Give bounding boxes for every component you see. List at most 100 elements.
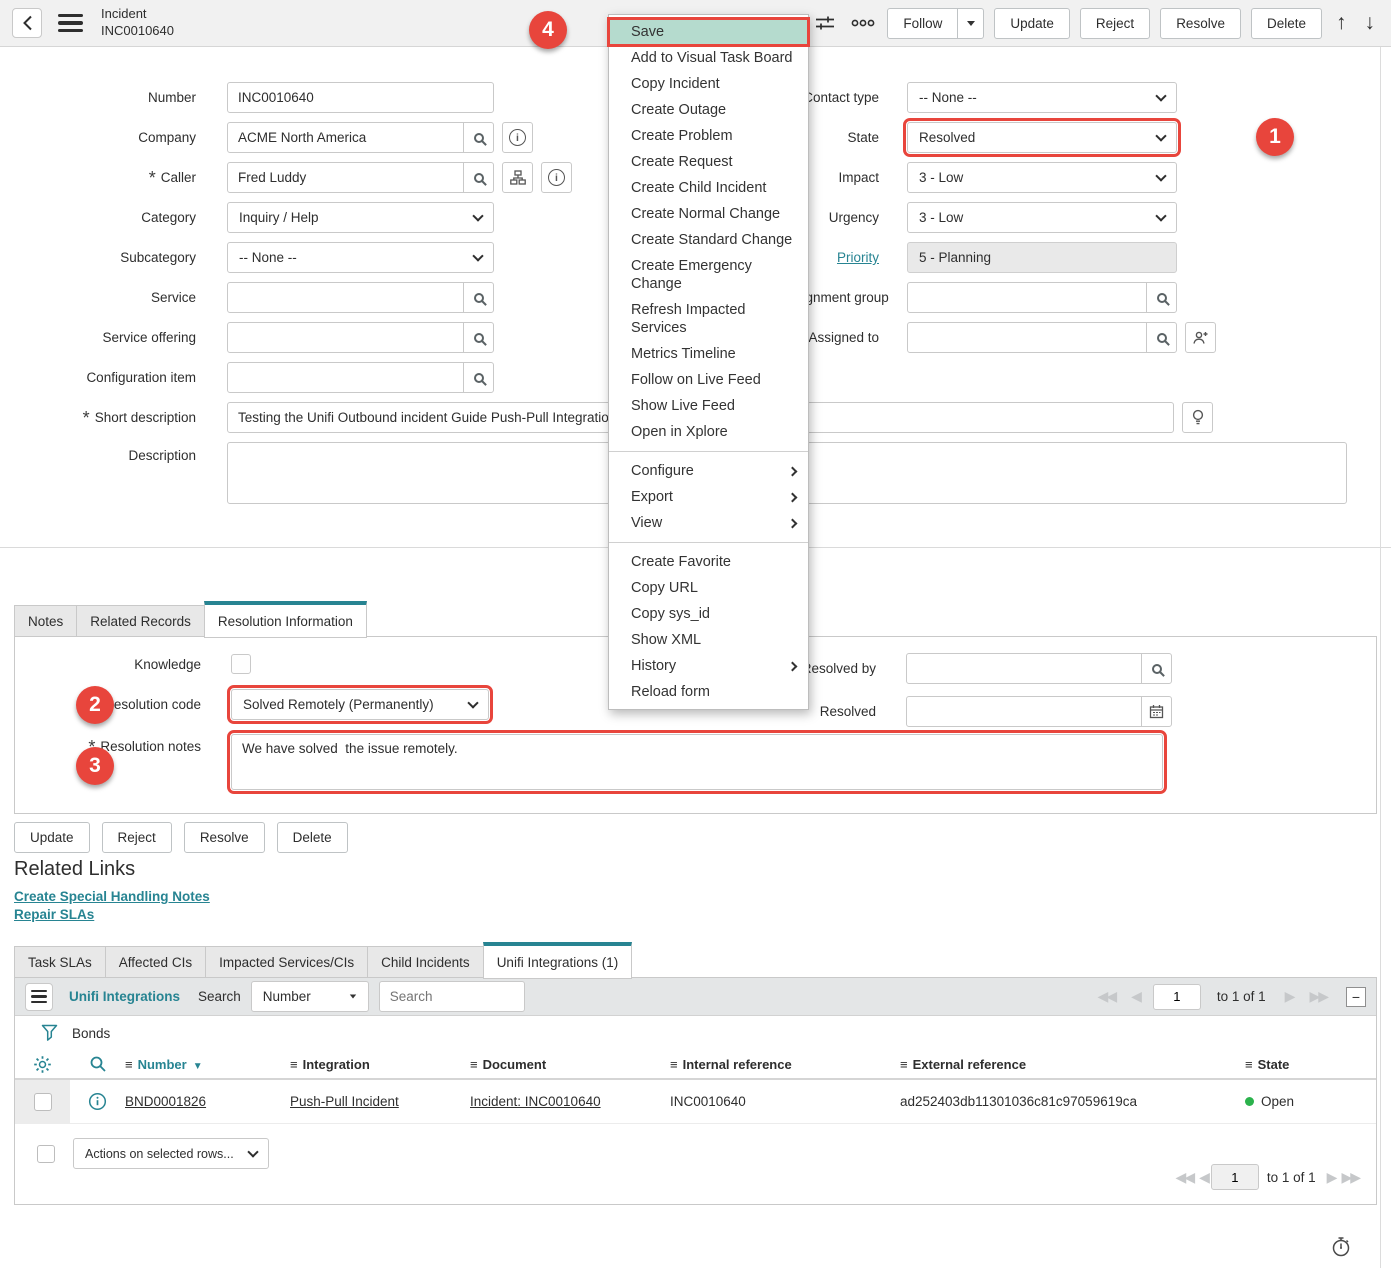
last-page-button[interactable]: ▶▶ bbox=[1338, 1169, 1362, 1186]
tab-resolution-information[interactable]: Resolution Information bbox=[204, 601, 367, 638]
resolution-code-select[interactable]: Solved Remotely (Permanently) bbox=[231, 689, 489, 720]
column-search-toggle[interactable] bbox=[70, 1055, 125, 1073]
contact-type-select[interactable]: -- None -- bbox=[907, 82, 1177, 113]
menu-item-create-child-incident[interactable]: Create Child Incident bbox=[609, 175, 808, 201]
menu-item-create-normal-change[interactable]: Create Normal Change bbox=[609, 201, 808, 227]
assignment-group-search-button[interactable] bbox=[1146, 282, 1177, 313]
service-offering-search-button[interactable] bbox=[463, 322, 494, 353]
tab-child-incidents[interactable]: Child Incidents bbox=[367, 946, 484, 978]
previous-page-button[interactable]: ◀ bbox=[1128, 988, 1143, 1005]
col-header-integration[interactable]: ≡Integration bbox=[290, 1057, 470, 1072]
next-record-button[interactable]: ↓ bbox=[1361, 11, 1380, 35]
first-page-button[interactable]: ◀◀ bbox=[1095, 988, 1119, 1005]
page-number-input[interactable] bbox=[1211, 1164, 1259, 1190]
knowledge-checkbox[interactable] bbox=[231, 654, 251, 674]
previous-page-button[interactable]: ◀ bbox=[1196, 1169, 1211, 1186]
assignment-group-field[interactable] bbox=[907, 282, 1147, 313]
menu-item-show-live-feed[interactable]: Show Live Feed bbox=[609, 393, 808, 419]
column-settings[interactable] bbox=[15, 1055, 70, 1074]
assigned-to-field[interactable] bbox=[907, 322, 1147, 353]
last-page-button[interactable]: ▶▶ bbox=[1306, 988, 1330, 1005]
configuration-item-search-button[interactable] bbox=[463, 362, 494, 393]
menu-item-add-to-visual-task-board[interactable]: Add to Visual Task Board bbox=[609, 45, 808, 71]
menu-item-export[interactable]: Export bbox=[609, 484, 808, 510]
menu-item-refresh-impacted-services[interactable]: Refresh Impacted Services bbox=[609, 297, 808, 341]
tab-unifi-integrations[interactable]: Unifi Integrations (1) bbox=[483, 942, 633, 979]
menu-item-save[interactable]: Save bbox=[609, 19, 808, 45]
response-time-button[interactable] bbox=[1330, 1234, 1352, 1263]
reject-button-bottom[interactable]: Reject bbox=[102, 822, 172, 853]
menu-item-reload-form[interactable]: Reload form bbox=[609, 679, 808, 705]
resolved-by-field[interactable] bbox=[906, 653, 1142, 684]
service-field[interactable] bbox=[227, 282, 464, 313]
col-header-document[interactable]: ≡Document bbox=[470, 1057, 670, 1072]
update-button[interactable]: Update bbox=[994, 8, 1070, 39]
menu-item-create-standard-change[interactable]: Create Standard Change bbox=[609, 227, 808, 253]
priority-link[interactable]: Priority bbox=[837, 250, 879, 265]
menu-item-follow-on-live-feed[interactable]: Follow on Live Feed bbox=[609, 367, 808, 393]
tab-affected-cis[interactable]: Affected CIs bbox=[105, 946, 206, 978]
follow-button[interactable]: Follow bbox=[887, 8, 958, 39]
funnel-filter-icon[interactable] bbox=[41, 1024, 58, 1042]
menu-item-open-in-xplore[interactable]: Open in Xplore bbox=[609, 419, 808, 445]
subcategory-select[interactable]: -- None -- bbox=[227, 242, 494, 273]
tab-impacted-services[interactable]: Impacted Services/CIs bbox=[205, 946, 368, 978]
integration-link[interactable]: Push-Pull Incident bbox=[290, 1094, 399, 1109]
resolve-button[interactable]: Resolve bbox=[1160, 8, 1241, 39]
menu-item-create-outage[interactable]: Create Outage bbox=[609, 97, 808, 123]
resolution-notes-field[interactable]: We have solved the issue remotely. bbox=[231, 734, 1163, 790]
resolved-by-search-button[interactable] bbox=[1141, 653, 1172, 684]
company-search-button[interactable] bbox=[463, 122, 494, 153]
back-button[interactable] bbox=[12, 8, 42, 38]
menu-item-copy-sys-id[interactable]: Copy sys_id bbox=[609, 601, 808, 627]
menu-item-copy-incident[interactable]: Copy Incident bbox=[609, 71, 808, 97]
page-number-input[interactable] bbox=[1153, 984, 1201, 1010]
service-offering-field[interactable] bbox=[227, 322, 464, 353]
caller-hierarchy-button[interactable] bbox=[502, 162, 533, 193]
follow-dropdown-button[interactable] bbox=[958, 8, 984, 39]
first-page-button[interactable]: ◀◀ bbox=[1173, 1169, 1197, 1186]
menu-item-view[interactable]: View bbox=[609, 510, 808, 536]
assign-to-me-button[interactable] bbox=[1185, 322, 1216, 353]
knowledge-search-button[interactable] bbox=[1182, 402, 1213, 433]
list-search-input[interactable] bbox=[379, 981, 525, 1012]
col-header-external-reference[interactable]: ≡External reference bbox=[900, 1057, 1245, 1072]
category-select[interactable]: Inquiry / Help bbox=[227, 202, 494, 233]
col-header-number[interactable]: ≡Number▼ bbox=[125, 1057, 290, 1072]
document-link[interactable]: Incident: INC0010640 bbox=[470, 1094, 601, 1109]
caller-preview-button[interactable]: i bbox=[541, 162, 572, 193]
company-field[interactable] bbox=[227, 122, 464, 153]
configuration-item-field[interactable] bbox=[227, 362, 464, 393]
repair-slas-link[interactable]: Repair SLAs bbox=[14, 907, 94, 922]
next-page-button[interactable]: ▶ bbox=[1324, 1169, 1339, 1186]
resolved-field[interactable] bbox=[906, 696, 1142, 727]
select-all-checkbox[interactable] bbox=[37, 1145, 55, 1163]
col-header-state[interactable]: ≡State bbox=[1245, 1057, 1376, 1072]
menu-item-history[interactable]: History bbox=[609, 653, 808, 679]
next-page-button[interactable]: ▶ bbox=[1282, 988, 1297, 1005]
delete-button[interactable]: Delete bbox=[1251, 8, 1322, 39]
assigned-to-search-button[interactable] bbox=[1146, 322, 1177, 353]
search-column-select[interactable]: Number bbox=[251, 981, 369, 1012]
info-icon[interactable] bbox=[88, 1092, 107, 1111]
menu-item-show-xml[interactable]: Show XML bbox=[609, 627, 808, 653]
caller-search-button[interactable] bbox=[463, 162, 494, 193]
row-checkbox[interactable] bbox=[34, 1093, 52, 1111]
actions-on-selected-rows-select[interactable]: Actions on selected rows... bbox=[73, 1138, 269, 1169]
reject-button[interactable]: Reject bbox=[1080, 8, 1150, 39]
resolve-button-bottom[interactable]: Resolve bbox=[184, 822, 265, 853]
create-special-handling-notes-link[interactable]: Create Special Handling Notes bbox=[14, 889, 210, 904]
col-header-internal-reference[interactable]: ≡Internal reference bbox=[670, 1057, 900, 1072]
previous-record-button[interactable]: ↑ bbox=[1332, 11, 1351, 35]
urgency-select[interactable]: 3 - Low bbox=[907, 202, 1177, 233]
update-button-bottom[interactable]: Update bbox=[14, 822, 90, 853]
delete-button-bottom[interactable]: Delete bbox=[277, 822, 348, 853]
bond-number-link[interactable]: BND0001826 bbox=[125, 1094, 206, 1109]
more-options-button[interactable] bbox=[849, 8, 877, 38]
service-search-button[interactable] bbox=[463, 282, 494, 313]
list-context-menu-button[interactable] bbox=[25, 983, 53, 1011]
impact-select[interactable]: 3 - Low bbox=[907, 162, 1177, 193]
collapse-list-button[interactable]: − bbox=[1346, 987, 1366, 1007]
tab-task-slas[interactable]: Task SLAs bbox=[14, 946, 106, 978]
menu-item-create-request[interactable]: Create Request bbox=[609, 149, 808, 175]
